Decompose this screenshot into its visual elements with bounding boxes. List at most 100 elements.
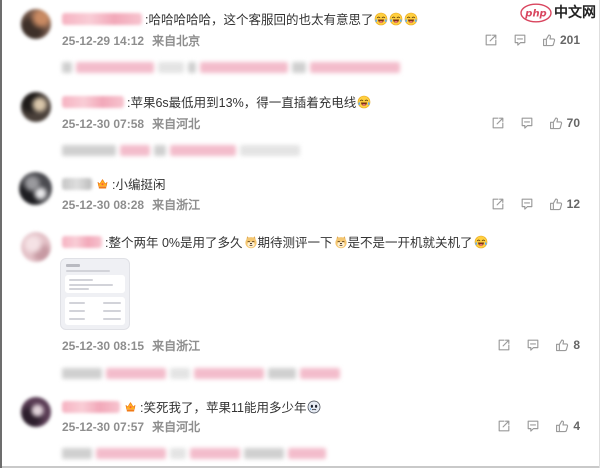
avatar[interactable] — [21, 232, 51, 262]
comment-time: 25-12-29 14:12 — [62, 34, 145, 48]
reply-preview[interactable] — [62, 143, 300, 157]
thumbnail-card — [65, 275, 125, 293]
reply-preview[interactable] — [62, 446, 326, 460]
blurred-segment — [188, 61, 196, 73]
blurred-segment — [194, 367, 264, 379]
blurred-segment — [200, 61, 288, 73]
share-button[interactable] — [491, 197, 505, 211]
like-button[interactable]: 12 — [549, 197, 580, 211]
thumbnail-line — [69, 284, 113, 286]
comment-content: :整个两年 0%是用了多久 期待测评一下 是不是一开机就关机了 — [62, 233, 488, 250]
blurred-segment — [170, 144, 236, 156]
like-button[interactable]: 201 — [542, 33, 580, 47]
reply-preview[interactable] — [62, 366, 340, 380]
share-button[interactable] — [497, 338, 511, 352]
blurred-segment — [76, 61, 154, 73]
comment-image-thumbnail[interactable] — [60, 258, 130, 330]
reply-button[interactable] — [513, 33, 527, 47]
like-count: 70 — [566, 116, 580, 130]
thumbnail-card — [65, 297, 125, 325]
comment-actions: 4 — [497, 418, 580, 434]
share-icon — [497, 338, 511, 352]
comment-location: 来自河北 — [152, 117, 201, 131]
avatar[interactable] — [21, 397, 51, 427]
reply-button[interactable] — [520, 197, 534, 211]
blurred-segment — [190, 447, 240, 459]
username[interactable] — [62, 12, 142, 25]
avatar[interactable] — [21, 92, 51, 122]
blurred-segment — [240, 144, 300, 156]
comment-list-page: php 中文网 :哈哈哈哈哈，这个客服回的也太有意思了 25-12-29 14:… — [0, 0, 600, 468]
comment-icon — [513, 33, 527, 47]
blurred-segment — [310, 61, 400, 73]
avatar[interactable] — [21, 9, 51, 39]
comment-time: 25-12-30 08:15 — [62, 339, 145, 353]
comment-text: :苹果6s最低用到13%，得一直插着充电线 — [127, 96, 357, 110]
reply-preview[interactable] — [62, 60, 400, 74]
thumbnail-line — [103, 310, 121, 312]
reply-button[interactable] — [526, 419, 540, 433]
like-button[interactable]: 4 — [555, 419, 580, 433]
blurred-segment — [62, 447, 92, 459]
thumbnail-line — [69, 310, 85, 312]
thumbs-up-icon — [555, 338, 569, 352]
fan-badge-icon[interactable] — [96, 177, 109, 190]
blurred-segment — [170, 367, 190, 379]
share-button[interactable] — [491, 116, 505, 130]
laugh-cry-icon — [474, 235, 488, 249]
blurred-segment — [170, 447, 186, 459]
comment-icon — [520, 197, 534, 211]
comment-actions: 70 — [491, 115, 580, 131]
avatar[interactable] — [19, 172, 52, 205]
comment-text: 是不是一开机就关机了 — [347, 236, 473, 250]
share-icon — [491, 116, 505, 130]
face-icon — [307, 400, 321, 414]
comment-text: 期待测评一下 — [257, 236, 333, 250]
blurred-segment — [300, 367, 340, 379]
share-button[interactable] — [497, 419, 511, 433]
blurred-segment — [158, 61, 184, 73]
username[interactable] — [62, 95, 124, 108]
thumbnail-line — [69, 302, 85, 304]
thumbnail-line — [69, 279, 93, 281]
fan-badge-icon[interactable] — [124, 400, 137, 413]
username[interactable] — [62, 400, 120, 413]
blurred-segment — [288, 447, 326, 459]
comment-item: :苹果6s最低用到13%，得一直插着充电线 25-12-30 07:58 来自河北… — [0, 92, 600, 162]
comment-location: 来自浙江 — [152, 198, 201, 212]
comment-time: 25-12-30 07:57 — [62, 420, 145, 434]
laugh-cry-icon — [357, 95, 371, 109]
reply-button[interactable] — [520, 116, 534, 130]
doge-icon — [334, 235, 348, 249]
comment-time: 25-12-30 08:28 — [62, 198, 145, 212]
comment-icon — [526, 338, 540, 352]
like-button[interactable]: 8 — [555, 338, 580, 352]
username[interactable] — [62, 177, 92, 190]
comment-location: 来自浙江 — [152, 339, 201, 353]
comment-meta: 25-12-29 14:12 来自北京 — [62, 33, 200, 49]
thumbs-up-icon — [555, 419, 569, 433]
blurred-segment — [62, 61, 72, 73]
comment-icon — [526, 419, 540, 433]
thumbnail-title-bar — [66, 264, 80, 267]
comment-text: :笑死我了，苹果11能用多少年 — [140, 401, 307, 415]
like-count: 201 — [559, 33, 580, 47]
username[interactable] — [62, 235, 102, 248]
share-button[interactable] — [484, 33, 498, 47]
comment-meta: 25-12-30 07:57 来自河北 — [62, 419, 200, 435]
share-icon — [497, 419, 511, 433]
blurred-segment — [268, 367, 296, 379]
blurred-segment — [292, 61, 306, 73]
comment-time: 25-12-30 07:58 — [62, 117, 145, 131]
like-button[interactable]: 70 — [549, 116, 580, 130]
thumbnail-line — [69, 318, 85, 320]
thumbnail-line — [103, 302, 121, 304]
thumbs-up-icon — [549, 116, 563, 130]
thumbnail-line — [103, 318, 121, 320]
blurred-segment — [154, 144, 166, 156]
thumbs-up-icon — [549, 197, 563, 211]
comment-text: :哈哈哈哈哈，这个客服回的也太有意思了 — [145, 13, 374, 27]
reply-button[interactable] — [526, 338, 540, 352]
laugh-cry-icon — [404, 12, 418, 26]
comment-actions: 201 — [484, 32, 580, 48]
